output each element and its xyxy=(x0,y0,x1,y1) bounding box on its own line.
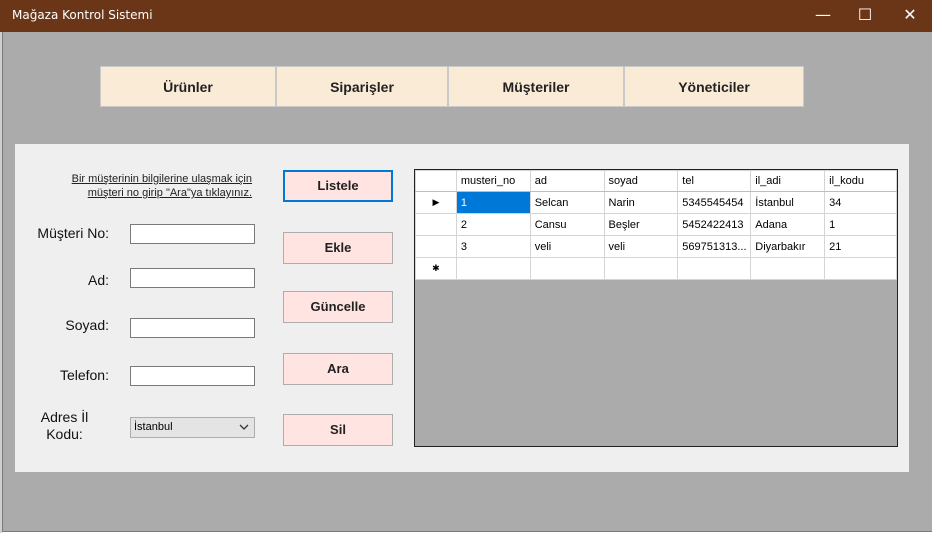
soyad-label: Soyad: xyxy=(65,317,109,333)
info-line-2: müşteri no girip "Ara"ya tıklayınız. xyxy=(87,187,252,199)
table-cell[interactable]: Diyarbakır xyxy=(750,235,826,258)
ekle-button[interactable]: Ekle xyxy=(283,232,393,264)
table-cell[interactable]: veli xyxy=(603,235,679,258)
table-cell[interactable]: 5452422413 xyxy=(677,213,752,236)
maximize-button[interactable]: ☐ xyxy=(842,0,888,32)
table-row[interactable]: 2 Cansu Beşler 5452422413 Adana 1 xyxy=(415,213,897,236)
adres-il-kodu-label: Adres İl Kodu: xyxy=(20,409,109,443)
close-button[interactable]: ✕ xyxy=(887,0,932,32)
table-cell[interactable]: 1 xyxy=(824,213,897,236)
sil-button[interactable]: Sil xyxy=(283,414,393,446)
info-text: Bir müşterinin bilgilerine ulaşmak için … xyxy=(44,172,252,200)
current-row-indicator-icon[interactable]: ▶ xyxy=(415,191,457,214)
il-combobox-value: İstanbul xyxy=(134,421,173,433)
column-header-ad[interactable]: ad xyxy=(529,170,605,192)
info-line-1: Bir müşterinin bilgilerine ulaşmak için xyxy=(71,173,252,185)
il-combobox[interactable]: İstanbul xyxy=(130,417,255,438)
table-cell[interactable]: 5345545454 xyxy=(677,191,752,214)
grid-table: musteri_no ad soyad tel il_adi il_kodu ▶… xyxy=(415,170,897,280)
table-cell[interactable] xyxy=(529,257,605,280)
chevron-down-icon xyxy=(239,424,249,430)
minimize-button[interactable]: — xyxy=(800,0,846,32)
table-cell[interactable] xyxy=(603,257,679,280)
window-title: Mağaza Kontrol Sistemi xyxy=(12,8,153,22)
table-cell[interactable]: Narin xyxy=(603,191,679,214)
table-cell[interactable]: veli xyxy=(529,235,605,258)
listele-button[interactable]: Listele xyxy=(283,170,393,202)
table-cell[interactable]: Adana xyxy=(750,213,826,236)
nav-yoneticiler-button[interactable]: Yöneticiler xyxy=(624,66,804,107)
grid-header-row: musteri_no ad soyad tel il_adi il_kodu xyxy=(415,170,897,192)
row-header[interactable] xyxy=(415,213,457,236)
musteri-no-label: Müşteri No: xyxy=(37,225,109,241)
table-cell[interactable]: 3 xyxy=(455,235,531,258)
table-cell[interactable]: Beşler xyxy=(603,213,679,236)
nav-musteriler-button[interactable]: Müşteriler xyxy=(448,66,624,107)
ad-input[interactable] xyxy=(130,268,255,288)
telefon-label: Telefon: xyxy=(59,367,109,383)
table-cell[interactable]: 1 xyxy=(455,191,531,214)
table-cell[interactable] xyxy=(750,257,826,280)
musteri-no-input[interactable] xyxy=(130,224,255,244)
row-header-corner xyxy=(415,170,457,192)
nav-urunler-button[interactable]: Ürünler xyxy=(100,66,276,107)
title-bar: Mağaza Kontrol Sistemi — ☐ ✕ xyxy=(0,0,932,32)
table-cell[interactable] xyxy=(677,257,752,280)
ara-button[interactable]: Ara xyxy=(283,353,393,385)
nav-siparisler-button[interactable]: Siparişler xyxy=(276,66,448,107)
table-cell[interactable]: 34 xyxy=(824,191,897,214)
new-row-asterisk-icon[interactable]: ✱ xyxy=(415,257,457,280)
table-cell[interactable]: Cansu xyxy=(529,213,605,236)
table-cell[interactable]: 21 xyxy=(824,235,897,258)
new-row[interactable]: ✱ xyxy=(415,257,897,280)
column-header-tel[interactable]: tel xyxy=(677,170,752,192)
ad-label: Ad: xyxy=(87,272,109,288)
telefon-input[interactable] xyxy=(130,366,255,386)
table-row[interactable]: ▶ 1 Selcan Narin 5345545454 İstanbul 34 xyxy=(415,191,897,214)
row-header[interactable] xyxy=(415,235,457,258)
adres-label-line-2: Kodu: xyxy=(46,426,83,442)
guncelle-button[interactable]: Güncelle xyxy=(283,291,393,323)
column-header-soyad[interactable]: soyad xyxy=(603,170,679,192)
column-header-il-adi[interactable]: il_adi xyxy=(750,170,826,192)
column-header-musteri-no[interactable]: musteri_no xyxy=(455,170,531,192)
table-cell[interactable]: 2 xyxy=(455,213,531,236)
table-row[interactable]: 3 veli veli 569751313... Diyarbakır 21 xyxy=(415,235,897,258)
soyad-input[interactable] xyxy=(130,318,255,338)
table-cell[interactable] xyxy=(824,257,897,280)
table-cell[interactable]: İstanbul xyxy=(750,191,826,214)
table-cell[interactable]: 569751313... xyxy=(677,235,752,258)
table-cell[interactable]: Selcan xyxy=(529,191,605,214)
table-cell[interactable] xyxy=(455,257,531,280)
adres-label-line-1: Adres İl xyxy=(40,409,89,425)
column-header-il-kodu[interactable]: il_kodu xyxy=(824,170,897,192)
customer-data-grid[interactable]: musteri_no ad soyad tel il_adi il_kodu ▶… xyxy=(414,169,898,447)
